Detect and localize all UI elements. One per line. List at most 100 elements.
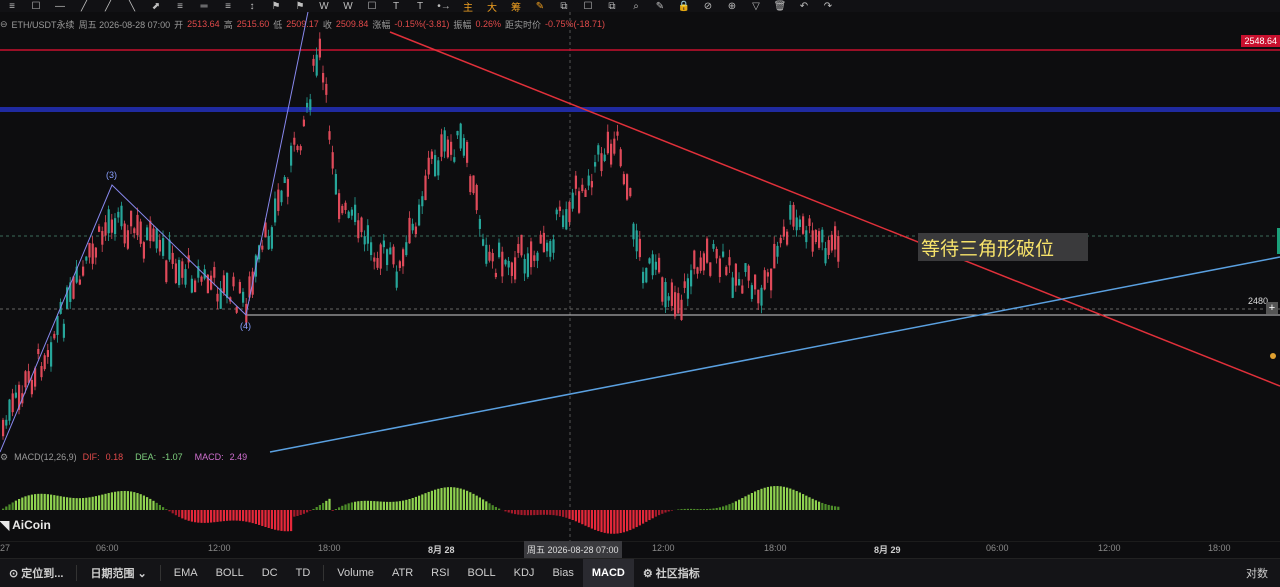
- indicator-dc[interactable]: DC: [253, 559, 287, 587]
- toolbar-tool-23[interactable]: ⧉: [552, 0, 576, 12]
- toolbar-tool-17[interactable]: T: [408, 0, 432, 12]
- candle-body: [50, 342, 52, 366]
- macd-bar: [472, 494, 474, 510]
- elliott-wave-line[interactable]: [0, 12, 310, 452]
- candle-body: [764, 270, 766, 289]
- macd-bar: [600, 510, 602, 532]
- candle-body: [828, 240, 830, 255]
- macd-bar: [706, 509, 708, 510]
- toolbar-tool-24[interactable]: ☐: [576, 0, 600, 12]
- macd-bar: [172, 510, 174, 513]
- macd-bar: [664, 510, 666, 513]
- toolbar-tool-33[interactable]: ↶: [792, 0, 816, 12]
- macd-bar: [114, 492, 116, 510]
- candle-body: [114, 218, 116, 234]
- toolbar-tool-31[interactable]: ▽: [744, 0, 768, 12]
- candle-body: [92, 244, 94, 264]
- triangle-upper-line[interactable]: [390, 32, 1280, 386]
- locate-button[interactable]: ⊙ 定位到...: [0, 559, 72, 587]
- candle-body: [309, 99, 311, 110]
- indicator-atr[interactable]: ATR: [383, 559, 422, 587]
- toolbar-tool-30[interactable]: ⊕: [720, 0, 744, 12]
- candle-body: [156, 228, 158, 248]
- macd-bar: [447, 487, 449, 510]
- macd-bar: [2, 509, 4, 510]
- indicator-volume[interactable]: Volume: [328, 559, 383, 587]
- indicator-boll[interactable]: BOLL: [459, 559, 505, 587]
- candle-body: [354, 205, 356, 222]
- macd-bar: [626, 510, 628, 531]
- toolbar-tool-15[interactable]: ☐: [360, 0, 384, 12]
- chart-annotation[interactable]: 等待三角形破位: [918, 233, 1088, 261]
- macd-bar: [696, 509, 698, 510]
- toolbar-tool-4[interactable]: ╱: [96, 0, 120, 12]
- toolbar-tool-29[interactable]: ⊘: [696, 0, 720, 12]
- toolbar-tool-19[interactable]: 主: [456, 0, 480, 12]
- toolbar-tool-0[interactable]: ≡: [0, 0, 24, 12]
- toolbar-tool-27[interactable]: ✎: [648, 0, 672, 12]
- macd-bar: [213, 510, 215, 522]
- toolbar-tool-12[interactable]: ⚑: [288, 0, 312, 12]
- indicator-td[interactable]: TD: [287, 559, 320, 587]
- candle-body: [504, 260, 506, 265]
- blue-zone-line[interactable]: [0, 107, 1280, 112]
- candle-body: [108, 209, 110, 233]
- alert-dot[interactable]: [1270, 353, 1276, 359]
- toolbar-tool-7[interactable]: ≡: [168, 0, 192, 12]
- toolbar-tool-11[interactable]: ⚑: [264, 0, 288, 12]
- macd-bar: [136, 493, 138, 510]
- candle-body: [194, 280, 196, 292]
- indicator-boll[interactable]: BOLL: [207, 559, 253, 587]
- toolbar-tool-18[interactable]: •→: [432, 0, 456, 12]
- candle-body: [610, 144, 612, 165]
- toolbar-tool-22[interactable]: ✎: [528, 0, 552, 12]
- toolbar-tool-9[interactable]: ≡: [216, 0, 240, 12]
- toolbar-tool-3[interactable]: ╱: [72, 0, 96, 12]
- candle-body: [332, 152, 334, 168]
- x-axis-tick: 27: [0, 543, 10, 553]
- macd-bar: [367, 501, 369, 510]
- triangle-lower-line[interactable]: [270, 257, 1280, 452]
- indicator-macd[interactable]: MACD: [583, 559, 634, 587]
- macd-bar: [316, 507, 318, 510]
- macd-bar: [290, 510, 292, 531]
- toolbar-tool-8[interactable]: ═: [192, 0, 216, 12]
- macd-bar: [130, 491, 132, 510]
- macd-bar: [178, 510, 180, 517]
- macd-bar: [767, 487, 769, 510]
- macd-bar: [181, 510, 183, 518]
- toolbar-tool-21[interactable]: 筹: [504, 0, 528, 12]
- indicator-kdj[interactable]: KDJ: [505, 559, 544, 587]
- x-axis-tick: 12:00: [1098, 543, 1121, 553]
- toolbar-tool-26[interactable]: ⌕: [624, 0, 648, 12]
- indicator-ema[interactable]: EMA: [165, 559, 207, 587]
- macd-dif: DIF:0.18: [83, 452, 130, 462]
- macd-settings-icon[interactable]: ⚙: [0, 452, 8, 463]
- toolbar-tool-34[interactable]: ↷: [816, 0, 840, 12]
- macd-bar: [703, 509, 705, 510]
- toolbar-tool-32[interactable]: 🗑: [768, 0, 792, 12]
- toolbar-tool-1[interactable]: ☐: [24, 0, 48, 12]
- indicator-rsi[interactable]: RSI: [422, 559, 458, 587]
- indicator-bias[interactable]: Bias: [543, 559, 582, 587]
- log-scale-toggle[interactable]: 对数: [1237, 559, 1280, 587]
- x-axis-tick: 18:00: [1208, 543, 1231, 553]
- candle-body: [741, 285, 743, 293]
- toolbar-tool-5[interactable]: ╲: [120, 0, 144, 12]
- toolbar-tool-16[interactable]: T: [384, 0, 408, 12]
- candle-body: [399, 261, 401, 268]
- toolbar-tool-14[interactable]: W: [336, 0, 360, 12]
- toolbar-tool-25[interactable]: ⧉: [600, 0, 624, 12]
- toolbar-tool-13[interactable]: W: [312, 0, 336, 12]
- add-alert-button[interactable]: +: [1266, 302, 1278, 314]
- toolbar-tool-28[interactable]: 🔒: [672, 0, 696, 12]
- macd-bar: [421, 494, 423, 510]
- toolbar-tool-2[interactable]: —: [48, 0, 72, 12]
- toolbar-tool-10[interactable]: ↕: [240, 0, 264, 12]
- macd-bar: [812, 499, 814, 510]
- community-indicators-button[interactable]: ⚙ 社区指标: [634, 559, 709, 587]
- toolbar-tool-20[interactable]: 大: [480, 0, 504, 12]
- macd-bar: [469, 492, 471, 510]
- toolbar-tool-6[interactable]: ⬈: [144, 0, 168, 12]
- date-range-dropdown[interactable]: 日期范围 ⌄: [81, 559, 155, 587]
